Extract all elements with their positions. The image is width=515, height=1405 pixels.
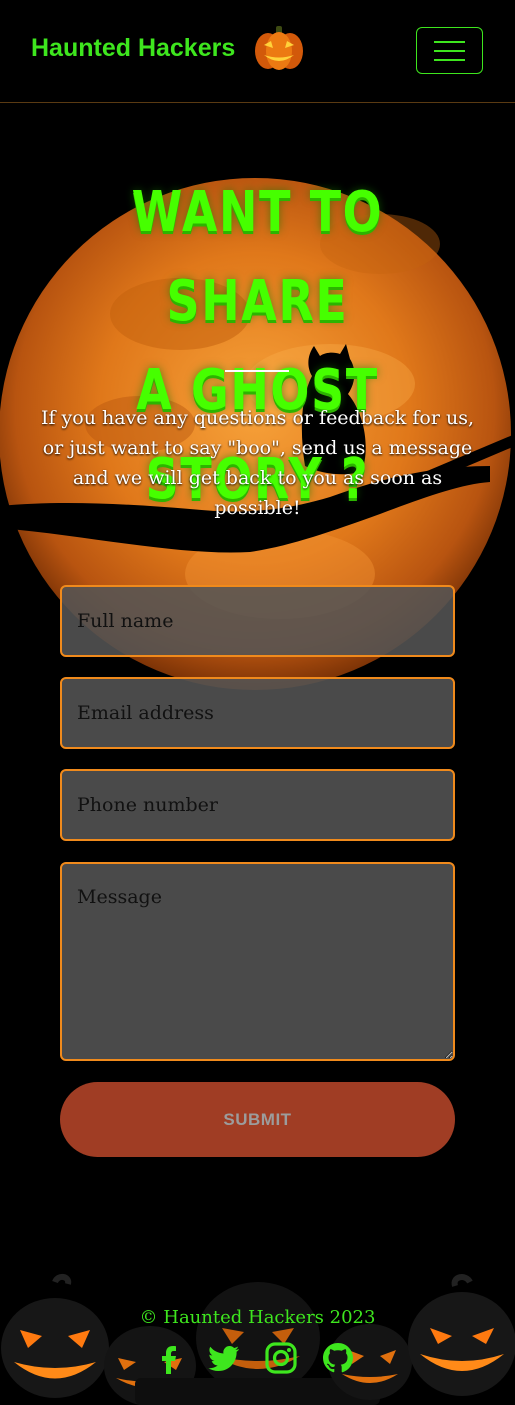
submit-button[interactable]: SUBMIT [60,1082,455,1157]
hamburger-line-icon [434,41,465,43]
title-divider [225,370,289,372]
instagram-icon[interactable] [263,1340,299,1376]
pumpkin-footer-decoration [1,1274,515,1405]
full-name-input[interactable] [60,585,455,657]
hamburger-line-icon [434,59,465,61]
pumpkin-center-icon [196,1282,320,1394]
hamburger-line-icon [434,50,465,52]
twitter-icon[interactable] [205,1340,241,1376]
navbar: Haunted Hackers [0,0,515,103]
facebook-icon[interactable] [152,1340,188,1376]
brand-logo-text[interactable]: Haunted Hackers [31,34,235,63]
github-icon[interactable] [320,1340,356,1376]
title-line-1: Want to share [131,180,384,334]
message-textarea[interactable] [60,862,455,1061]
email-input[interactable] [60,677,455,749]
phone-input[interactable] [60,769,455,841]
menu-toggle-button[interactable] [416,27,483,74]
footer-copyright: © Haunted Hackers 2023 [139,1307,376,1328]
intro-text: If you have any questions or feedback fo… [40,407,475,519]
pumpkin-logo-icon [255,26,303,70]
pumpkin-right-icon [408,1274,515,1396]
pumpkin-left-icon [1,1274,109,1398]
